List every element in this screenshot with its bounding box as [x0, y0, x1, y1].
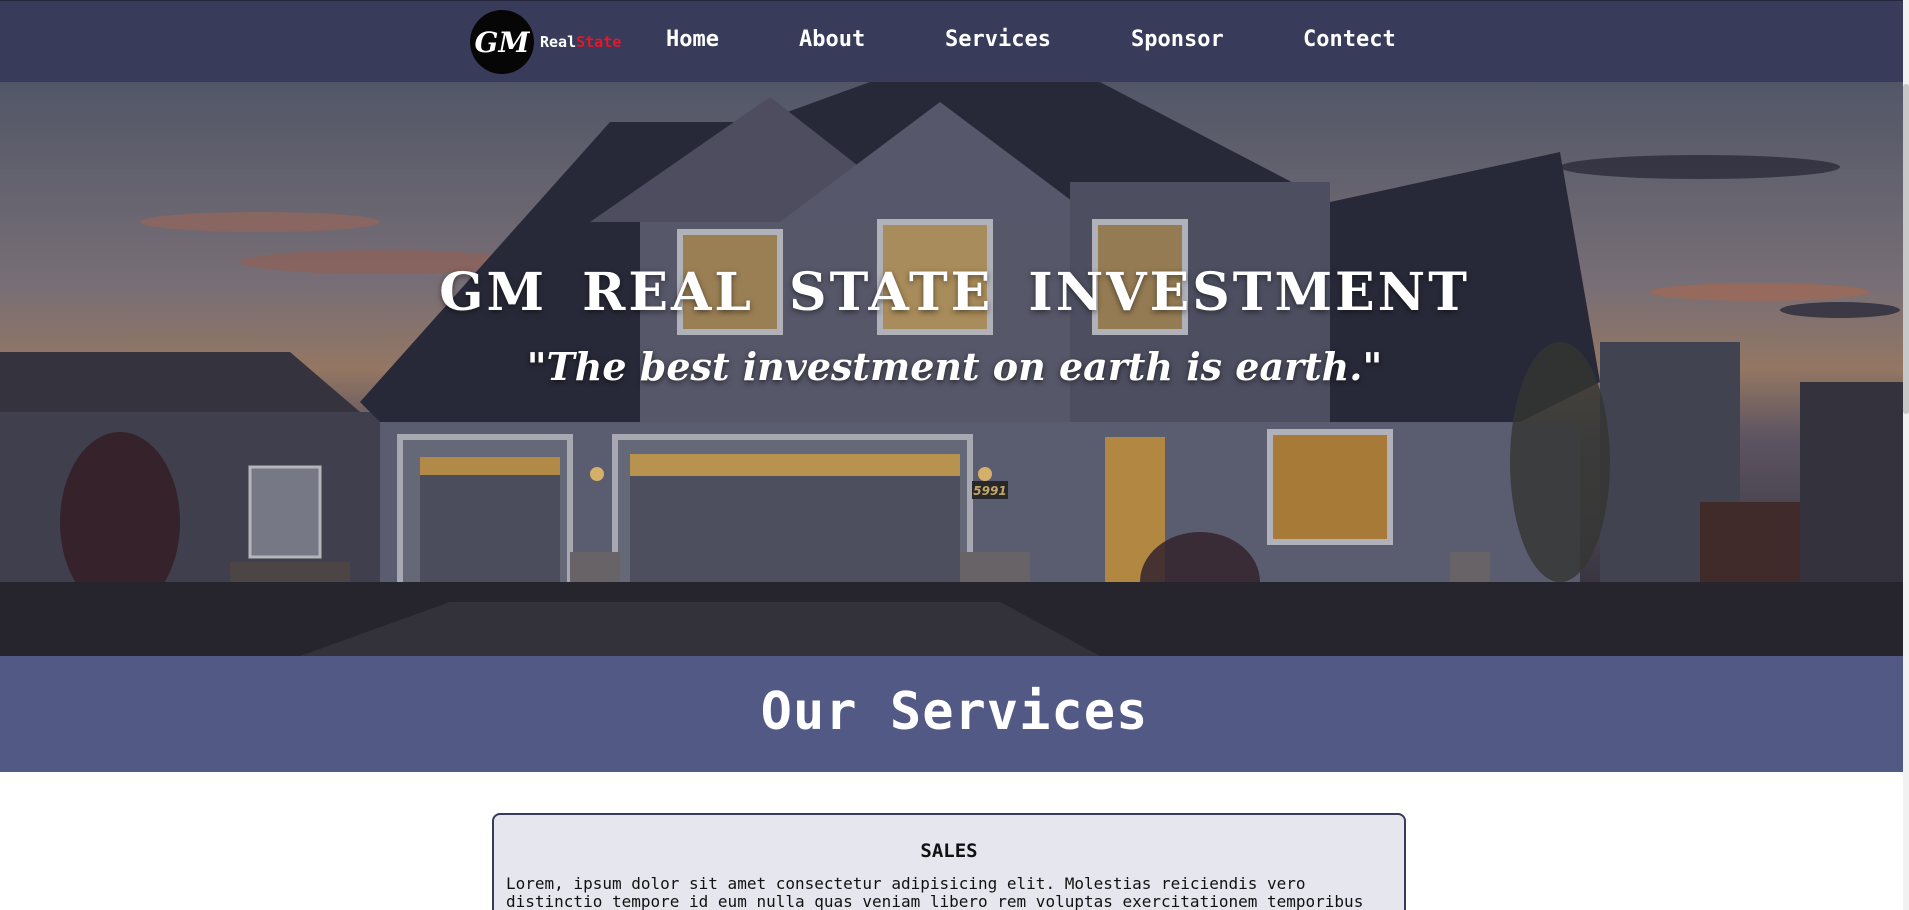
services-banner: Our Services: [0, 656, 1909, 772]
service-card-title: SALES: [920, 840, 978, 862]
gm-logo[interactable]: GM: [470, 10, 534, 74]
nav-link-contact[interactable]: Contect: [1303, 27, 1396, 52]
hero-title: GM REAL STATE INVESTMENT: [439, 262, 1470, 323]
nav-link-services[interactable]: Services: [945, 27, 1051, 52]
nav-link-sponsor[interactable]: Sponsor: [1131, 27, 1224, 52]
service-card-sales: SALES Lorem, ipsum dolor sit amet consec…: [492, 813, 1406, 910]
brand-name[interactable]: RealState: [540, 33, 621, 51]
brand-name-part2: State: [576, 33, 622, 51]
services-heading: Our Services: [760, 682, 1149, 742]
page-scrollbar[interactable]: [1903, 0, 1909, 910]
hero-banner: 5991 GM REAL STATE INVESTMENT "The best …: [0, 82, 1909, 656]
nav-link-home[interactable]: Home: [666, 27, 719, 52]
svg-text:GM: GM: [475, 26, 530, 59]
brand-name-part1: Real: [540, 33, 577, 51]
service-card-description: Lorem, ipsum dolor sit amet consectetur …: [506, 874, 1364, 910]
nav-link-about[interactable]: About: [799, 27, 865, 52]
navbar: GM RealState Home About Services Sponsor…: [0, 0, 1909, 82]
gm-logo-icon: GM: [475, 26, 530, 59]
hero-quote: "The best investment on earth is earth.": [526, 344, 1383, 389]
scrollbar-thumb[interactable]: [1903, 84, 1909, 414]
